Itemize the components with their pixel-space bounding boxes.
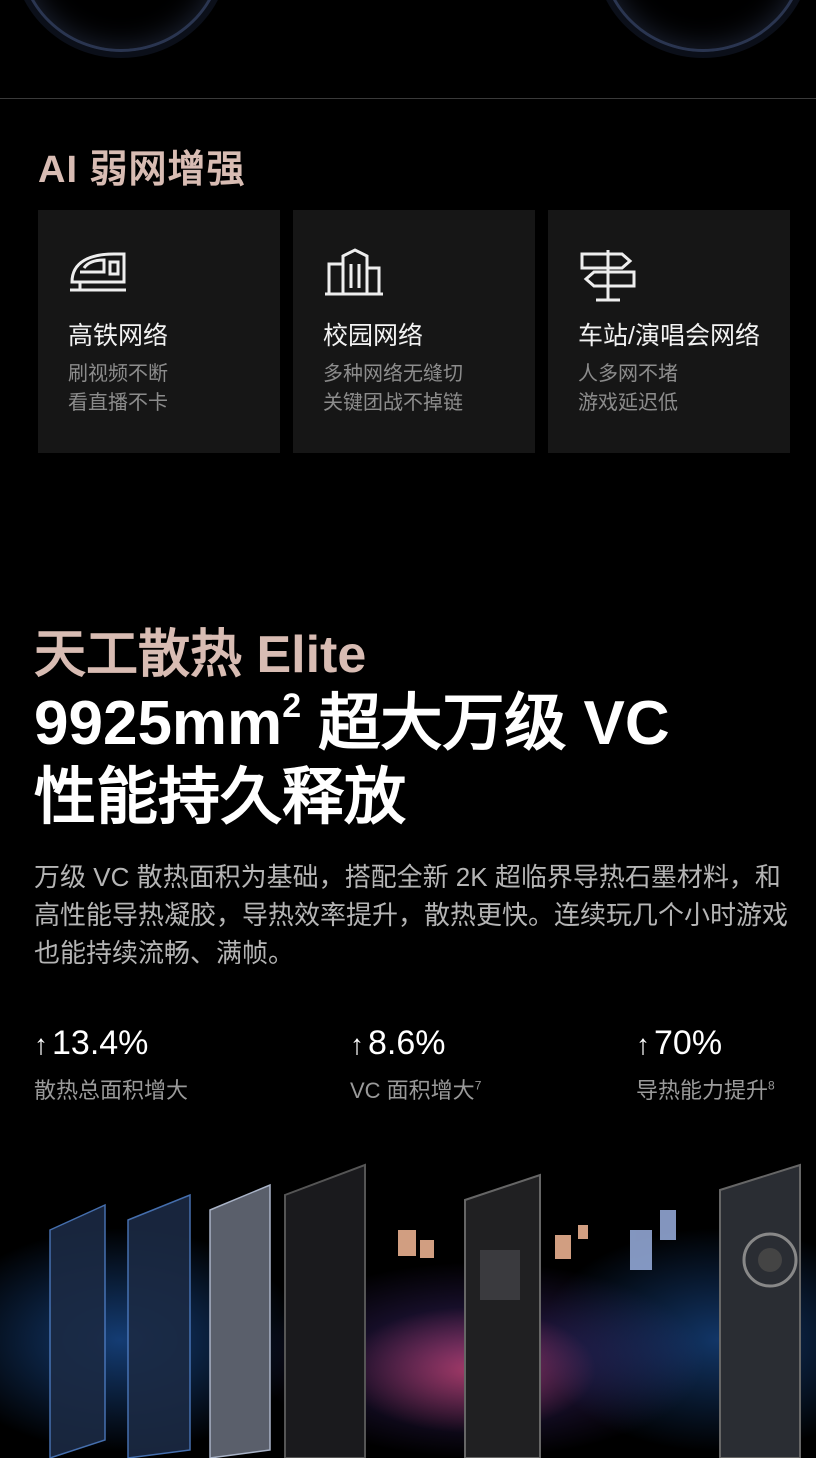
feature-card-train: 高铁网络 刷视频不断 看直播不卡 xyxy=(38,210,280,453)
top-image-strip xyxy=(0,0,816,98)
up-arrow-icon: ↑ xyxy=(636,1029,650,1060)
stat-vc-area: ↑ 8.6% VC 面积增大7 xyxy=(350,1024,481,1105)
stat-label: 散热总面积增大 xyxy=(34,1078,189,1103)
card-desc-line2: 关键团战不掉链 xyxy=(323,392,463,414)
card-desc-line1: 刷视频不断 xyxy=(68,363,168,385)
phone-layers-illustration xyxy=(49,1163,801,1458)
stat-conductivity: ↑ 70% 导热能力提升8 xyxy=(636,1024,775,1105)
headline-superscript: 2 xyxy=(282,687,302,725)
footnote-marker: 8 xyxy=(768,1078,775,1093)
card-desc-line1: 多种网络无缝切 xyxy=(323,363,463,385)
ai-section-title: AI 弱网增强 xyxy=(38,149,246,191)
stat-value: 8.6% xyxy=(368,1024,446,1062)
section-divider xyxy=(0,98,816,99)
feature-card-campus: 校园网络 多种网络无缝切 关键团战不掉链 xyxy=(293,210,535,453)
card-title: 高铁网络 xyxy=(68,322,169,350)
card-title: 车站/演唱会网络 xyxy=(578,322,760,350)
cooling-headline-line1: 9925mm2 超大万级 VC xyxy=(34,686,670,762)
card-desc-line1: 人多网不堵 xyxy=(578,363,678,385)
card-title: 校园网络 xyxy=(323,322,424,350)
camera-ring-left xyxy=(18,0,224,52)
card-desc-line2: 看直播不卡 xyxy=(68,392,168,414)
signpost-icon xyxy=(580,250,636,302)
stat-total-area: ↑ 13.4% 散热总面积增大 xyxy=(34,1024,188,1105)
up-arrow-icon: ↑ xyxy=(34,1029,48,1060)
card-desc-line2: 游戏延迟低 xyxy=(578,392,678,414)
cooling-description: 万级 VC 散热面积为基础，搭配全新 2K 超临界导热石墨材料，和高性能导热凝胶… xyxy=(34,862,789,968)
up-arrow-icon: ↑ xyxy=(350,1029,364,1060)
exploded-phone-graphic xyxy=(0,1110,816,1458)
feature-card-station: 车站/演唱会网络 人多网不堵 游戏延迟低 xyxy=(548,210,790,453)
cooling-subtitle: 天工散热 Elite xyxy=(34,626,367,684)
cooling-headline-line2: 性能持久释放 xyxy=(34,763,407,832)
headline-area-value: 9925mm xyxy=(34,689,283,758)
camera-ring-right xyxy=(600,0,806,52)
footnote-marker: 7 xyxy=(474,1078,482,1093)
campus-building-icon xyxy=(325,248,383,296)
stat-value: 70% xyxy=(654,1024,723,1062)
stat-label: 导热能力提升 xyxy=(636,1078,769,1103)
stat-label: VC 面积增大 xyxy=(350,1078,475,1103)
high-speed-train-icon xyxy=(70,252,126,292)
headline-vc-text: 超大万级 VC xyxy=(301,689,670,758)
stat-value: 13.4% xyxy=(52,1024,149,1062)
